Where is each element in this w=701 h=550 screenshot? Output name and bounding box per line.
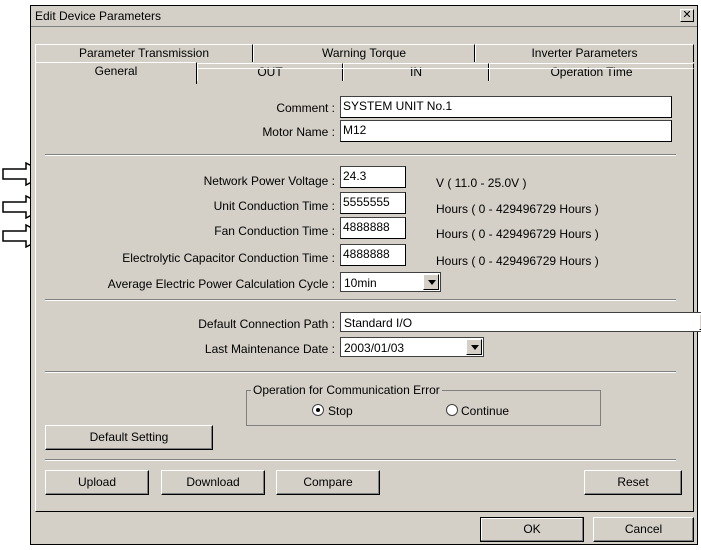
tab-inverter-parameters[interactable]: Inverter Parameters bbox=[475, 44, 694, 62]
capacitor-conduction-time-range: Hours ( 0 - 429496729 Hours ) bbox=[436, 254, 599, 268]
reset-button[interactable]: Reset bbox=[584, 470, 682, 495]
power-calc-cycle-value: 10min bbox=[344, 276, 377, 290]
upload-button[interactable]: Upload bbox=[45, 470, 149, 495]
communication-error-caption: Operation for Communication Error bbox=[251, 383, 442, 397]
default-connection-path-label: Default Connection Path : bbox=[198, 317, 335, 331]
network-power-voltage-range: V ( 11.0 - 25.0V ) bbox=[436, 176, 527, 190]
capacitor-conduction-time-label: Electrolytic Capacitor Conduction Time : bbox=[122, 251, 335, 265]
divider bbox=[45, 154, 676, 156]
tab-parameter-transmission[interactable]: Parameter Transmission bbox=[35, 44, 253, 62]
chevron-down-icon[interactable] bbox=[423, 274, 439, 290]
fan-conduction-time-field[interactable]: 4888888 bbox=[340, 217, 406, 239]
divider bbox=[45, 371, 676, 373]
divider bbox=[45, 459, 676, 461]
compare-button[interactable]: Compare bbox=[276, 470, 380, 495]
network-power-voltage-field[interactable]: 24.3 bbox=[340, 166, 406, 188]
fan-conduction-time-label: Fan Conduction Time : bbox=[214, 224, 335, 238]
tab-general[interactable]: General bbox=[35, 62, 197, 84]
window-title: Edit Device Parameters bbox=[35, 9, 162, 23]
divider bbox=[45, 299, 676, 301]
edit-device-parameters-dialog: Edit Device Parameters ✕ Parameter Trans… bbox=[30, 5, 701, 545]
comment-label: Comment : bbox=[276, 101, 335, 115]
radio-selected-icon bbox=[316, 408, 320, 412]
download-button[interactable]: Download bbox=[161, 470, 265, 495]
last-maintenance-date-value: 2003/01/03 bbox=[344, 341, 405, 355]
comment-field[interactable]: SYSTEM UNIT No.1 bbox=[340, 96, 672, 118]
default-connection-path-select[interactable]: Standard I/O bbox=[340, 312, 701, 332]
tab-warning-torque[interactable]: Warning Torque bbox=[253, 44, 475, 62]
continue-radio-label[interactable]: Continue bbox=[461, 404, 509, 418]
unit-conduction-time-label: Unit Conduction Time : bbox=[213, 199, 335, 213]
chevron-down-icon[interactable] bbox=[466, 339, 482, 355]
default-connection-path-value: Standard I/O bbox=[344, 316, 413, 330]
close-icon[interactable]: ✕ bbox=[680, 9, 694, 22]
network-power-voltage-label: Network Power Voltage : bbox=[203, 174, 335, 188]
cancel-button[interactable]: Cancel bbox=[593, 517, 694, 542]
communication-error-group: Operation for Communication Error Stop C… bbox=[246, 383, 601, 426]
capacitor-conduction-time-field[interactable]: 4888888 bbox=[340, 244, 406, 266]
last-maintenance-date-select[interactable]: 2003/01/03 bbox=[340, 337, 484, 357]
fan-conduction-time-range: Hours ( 0 - 429496729 Hours ) bbox=[436, 227, 599, 241]
power-calc-cycle-label: Average Electric Power Calculation Cycle… bbox=[107, 277, 335, 291]
last-maintenance-date-label: Last Maintenance Date : bbox=[204, 342, 335, 356]
continue-radio[interactable] bbox=[446, 404, 458, 416]
unit-conduction-time-range: Hours ( 0 - 429496729 Hours ) bbox=[436, 202, 599, 216]
motor-name-field[interactable]: M12 bbox=[340, 120, 672, 142]
title-bar: Edit Device Parameters ✕ bbox=[31, 6, 697, 27]
stop-radio[interactable] bbox=[312, 404, 324, 416]
unit-conduction-time-field[interactable]: 5555555 bbox=[340, 192, 406, 214]
ok-button[interactable]: OK bbox=[480, 517, 584, 542]
stop-radio-label[interactable]: Stop bbox=[328, 404, 353, 418]
default-setting-button[interactable]: Default Setting bbox=[45, 425, 213, 450]
power-calc-cycle-select[interactable]: 10min bbox=[340, 272, 441, 292]
motor-name-label: Motor Name : bbox=[262, 125, 335, 139]
